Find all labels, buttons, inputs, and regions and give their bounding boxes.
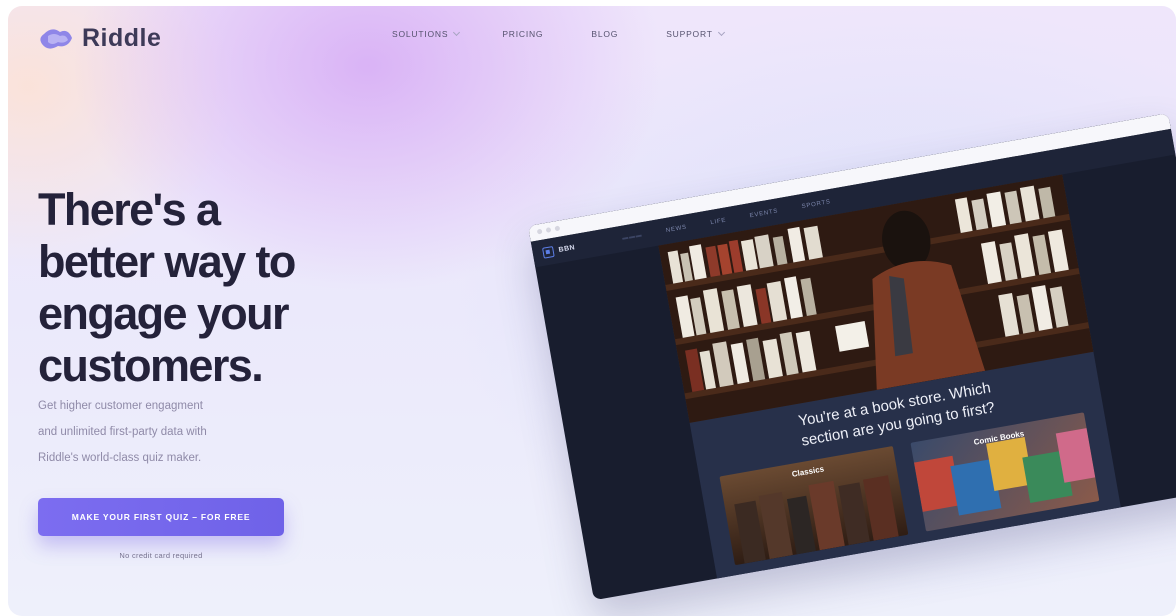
subtitle-line: and unlimited first-party data with — [38, 426, 207, 438]
main-nav: SOLUTIONS PRICING BLOG SUPPORT — [392, 28, 725, 39]
make-first-quiz-button[interactable]: MAKE YOUR FIRST QUIZ – FOR FREE — [38, 498, 284, 536]
chevron-down-icon — [453, 28, 461, 37]
mockup-nav-link: LIFE — [710, 217, 727, 227]
headline-line: better way to — [38, 236, 296, 287]
mockup-nav-placeholder: ▬▬▬ — [621, 232, 643, 242]
quiz-card: You're at a book store. Which section ar… — [658, 174, 1122, 581]
hero-section: Riddle SOLUTIONS PRICING BLOG SUPPORT Th… — [8, 6, 1176, 616]
site-logo-text: BBN — [558, 243, 576, 254]
no-credit-card-note: No credit card required — [119, 551, 203, 560]
product-mockup: BBN ▬▬▬ NEWS LIFE EVENTS SPORTS You're a… — [528, 113, 1176, 601]
headline-line: There's a — [38, 184, 221, 235]
nav-blog[interactable]: BLOG — [591, 29, 618, 39]
mockup-nav-link: SPORTS — [801, 199, 832, 211]
hero-subtitle: Get higher customer engagment and unlimi… — [38, 393, 298, 471]
mockup-site-logo: BBN — [541, 242, 576, 259]
nav-blog-label: BLOG — [591, 29, 619, 39]
nav-support[interactable]: SUPPORT — [666, 28, 725, 39]
hero-headline: There's a better way to engage your cust… — [38, 184, 378, 392]
mockup-nav-link: NEWS — [665, 224, 688, 235]
headline-line: customers. — [38, 340, 264, 391]
nav-pricing[interactable]: PRICING — [502, 29, 543, 39]
brand-logo[interactable]: Riddle — [38, 24, 161, 53]
subtitle-line: Riddle's world-class quiz maker. — [38, 452, 202, 464]
nav-support-label: SUPPORT — [666, 29, 713, 39]
site-logo-icon — [541, 245, 555, 259]
classics-books-illustration — [734, 475, 899, 564]
answer-comic-books[interactable]: Comic Books — [910, 412, 1100, 532]
answer-classics[interactable]: Classics — [719, 446, 909, 566]
mockup-nav-link: EVENTS — [749, 208, 779, 220]
nav-solutions[interactable]: SOLUTIONS — [392, 28, 461, 39]
brand-name: Riddle — [82, 24, 162, 52]
window-dots-icon — [536, 225, 561, 235]
nav-pricing-label: PRICING — [502, 29, 544, 39]
chevron-down-icon — [717, 28, 725, 37]
nav-solutions-label: SOLUTIONS — [392, 29, 449, 39]
headline-line: engage your — [38, 288, 290, 339]
comic-books-illustration — [913, 427, 1098, 516]
riddle-logo-icon — [40, 28, 72, 49]
subtitle-line: Get higher customer engagment — [38, 400, 203, 412]
